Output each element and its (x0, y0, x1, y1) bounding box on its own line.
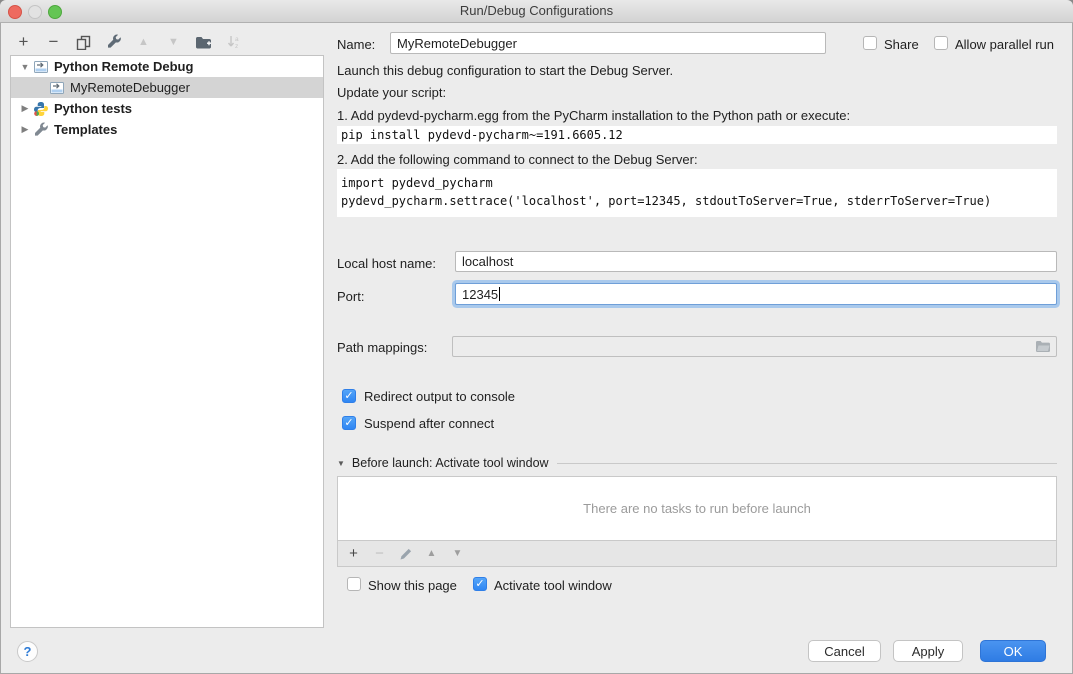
activate-tool-window-label: Activate tool window (494, 578, 612, 593)
path-mappings-label: Path mappings: (337, 340, 427, 355)
configurations-tree: ▼ Python Remote Debug MyRemoteDebugger ▶… (10, 55, 324, 628)
port-label: Port: (337, 289, 364, 304)
move-task-down-button: ▼ (450, 546, 465, 561)
text-caret (499, 287, 500, 301)
local-host-name-value: localhost (462, 254, 513, 269)
title-bar: Run/Debug Configurations (0, 0, 1073, 23)
pip-install-code: pip install pydevd-pycharm~=191.6605.12 (337, 126, 1057, 144)
move-up-button: ▲ (134, 33, 153, 52)
remove-task-button: − (372, 546, 387, 561)
instructions-step2: 2. Add the following command to connect … (337, 152, 698, 167)
show-this-page-checkbox[interactable] (347, 577, 361, 591)
tree-item-python-tests[interactable]: ▶ Python tests (11, 98, 323, 119)
tree-item-label: Python tests (54, 101, 132, 116)
tree-item-python-remote-debug[interactable]: ▼ Python Remote Debug (11, 56, 323, 77)
tree-expanded-caret-icon[interactable]: ▼ (19, 62, 31, 72)
path-mappings-input[interactable] (452, 336, 1057, 357)
instructions-line2: Update your script: (337, 85, 446, 100)
name-value: MyRemoteDebugger (397, 36, 517, 51)
redirect-output-label: Redirect output to console (364, 389, 515, 404)
instructions-line1: Launch this debug configuration to start… (337, 63, 673, 78)
settrace-code-block: import pydevd_pycharm pydevd_pycharm.set… (337, 169, 1057, 217)
move-down-button: ▼ (164, 33, 183, 52)
local-host-name-label: Local host name: (337, 256, 436, 271)
before-launch-title: Before launch: Activate tool window (352, 456, 549, 470)
apply-button[interactable]: Apply (893, 640, 963, 662)
browse-folder-icon[interactable] (1035, 340, 1051, 356)
python-tests-icon (33, 101, 49, 117)
tree-item-label: Templates (54, 122, 117, 137)
name-label: Name: (337, 37, 375, 52)
remove-configuration-button[interactable]: − (44, 33, 63, 52)
allow-parallel-run-label: Allow parallel run (955, 37, 1054, 52)
port-input[interactable]: 12345 (455, 283, 1057, 305)
tree-collapsed-caret-icon[interactable]: ▶ (19, 103, 31, 114)
before-launch-toolbar: + − ▲ ▼ (337, 541, 1057, 567)
svg-text:a: a (235, 36, 239, 43)
share-label: Share (884, 37, 919, 52)
templates-wrench-icon (33, 122, 49, 138)
share-checkbox[interactable] (863, 36, 877, 50)
edit-defaults-wrench-icon[interactable] (104, 33, 123, 52)
help-button[interactable]: ? (17, 641, 38, 662)
settrace-code-line2: pydevd_pycharm.settrace('localhost', por… (341, 194, 991, 208)
instructions-step1: 1. Add pydevd-pycharm.egg from the PyCha… (337, 108, 850, 123)
tree-item-label: Python Remote Debug (54, 59, 193, 74)
local-host-name-input[interactable]: localhost (455, 251, 1057, 272)
port-value: 12345 (462, 287, 498, 302)
ok-button[interactable]: OK (980, 640, 1046, 662)
suspend-after-connect-checkbox[interactable]: ✓ (342, 416, 356, 430)
cancel-button[interactable]: Cancel (808, 640, 881, 662)
move-task-up-button: ▲ (424, 546, 439, 561)
tree-item-label: MyRemoteDebugger (70, 80, 190, 95)
window-title: Run/Debug Configurations (0, 3, 1073, 18)
activate-tool-window-checkbox[interactable]: ✓ (473, 577, 487, 591)
collapse-caret-icon[interactable]: ▼ (337, 459, 345, 468)
show-this-page-label: Show this page (368, 578, 457, 593)
edit-task-pencil-icon (398, 546, 413, 561)
tree-collapsed-caret-icon[interactable]: ▶ (19, 124, 31, 135)
tree-item-templates[interactable]: ▶ Templates (11, 119, 323, 140)
before-launch-header[interactable]: ▼ Before launch: Activate tool window (337, 456, 1057, 470)
suspend-after-connect-label: Suspend after connect (364, 416, 494, 431)
redirect-output-checkbox[interactable]: ✓ (342, 389, 356, 403)
empty-task-list-text: There are no tasks to run before launch (583, 501, 811, 516)
run-config-icon (33, 59, 49, 75)
name-input[interactable]: MyRemoteDebugger (390, 32, 826, 54)
allow-parallel-run-checkbox[interactable] (934, 36, 948, 50)
new-folder-icon[interactable] (194, 33, 213, 52)
svg-text:z: z (235, 43, 238, 50)
tree-item-myremotedebugger[interactable]: MyRemoteDebugger (11, 77, 323, 98)
run-debug-configurations-dialog: Run/Debug Configurations + − ▲ ▼ az ▼ Py… (0, 0, 1073, 674)
sort-configurations-icon: az (224, 33, 243, 52)
add-task-button[interactable]: + (346, 546, 361, 561)
before-launch-task-list[interactable]: There are no tasks to run before launch (337, 476, 1057, 541)
section-rule (557, 463, 1057, 464)
copy-configuration-icon[interactable] (74, 33, 93, 52)
settrace-code-line1: import pydevd_pycharm (341, 176, 493, 190)
add-configuration-button[interactable]: + (14, 33, 33, 52)
run-config-icon (49, 80, 65, 96)
configurations-toolbar: + − ▲ ▼ az (14, 30, 243, 54)
